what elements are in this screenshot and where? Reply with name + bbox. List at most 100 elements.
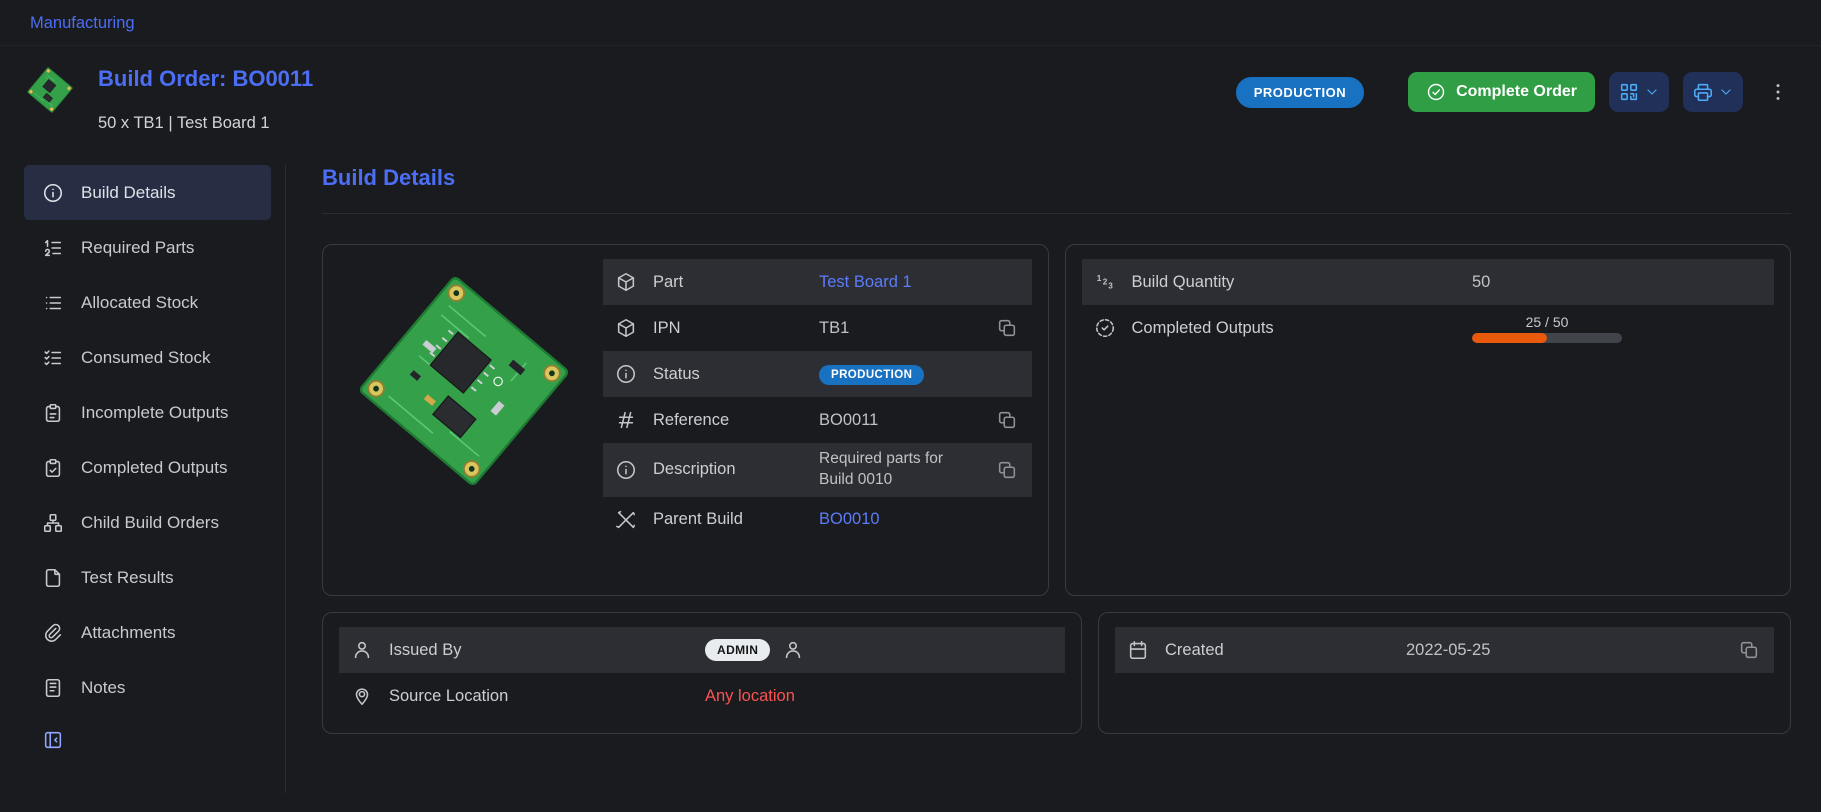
sidebar-item-label: Child Build Orders xyxy=(81,513,219,533)
numbers-123-icon: 1 2 3 xyxy=(1094,271,1116,293)
sidebar-item-label: Attachments xyxy=(81,623,176,643)
detail-row-reference: Reference BO0011 xyxy=(603,397,1032,443)
sidebar-item-label: Notes xyxy=(81,678,125,698)
sidebar-item-attachments[interactable]: Attachments xyxy=(24,605,271,660)
paperclip-icon xyxy=(42,622,64,644)
detail-label: Status xyxy=(653,365,803,384)
status-cell: PRODUCTION xyxy=(819,364,1020,385)
info-circle-icon xyxy=(42,182,64,204)
copy-button[interactable] xyxy=(994,457,1020,483)
part-link[interactable]: Test Board 1 xyxy=(819,273,1020,292)
part-image[interactable] xyxy=(339,259,589,581)
tools-icon xyxy=(615,509,637,531)
page-title: Build Order: BO0011 xyxy=(98,66,313,92)
box-icon xyxy=(615,271,637,293)
copy-icon xyxy=(1738,639,1760,661)
build-quantity-value: 50 xyxy=(1472,273,1762,292)
parent-build-link[interactable]: BO0010 xyxy=(819,510,1020,529)
sidebar: Build Details Required Parts Allocated S… xyxy=(24,165,286,793)
progress-check-icon xyxy=(1094,317,1116,339)
test-report-icon xyxy=(42,567,64,589)
box-icon xyxy=(615,317,637,339)
sidebar-item-completed-outputs[interactable]: Completed Outputs xyxy=(24,440,271,495)
sidebar-item-build-details[interactable]: Build Details xyxy=(24,165,271,220)
page-subtitle: 50 x TB1 | Test Board 1 xyxy=(98,114,313,133)
chevron-down-icon xyxy=(1718,84,1734,100)
part-thumbnail[interactable] xyxy=(24,64,76,116)
row-source-location: Source Location Any location xyxy=(339,673,1065,719)
issue-info-panel: Issued By ADMIN xyxy=(322,612,1082,734)
sidebar-item-allocated-stock[interactable]: Allocated Stock xyxy=(24,275,271,330)
row-issued-by: Issued By ADMIN xyxy=(339,627,1065,673)
sidebar-item-test-results[interactable]: Test Results xyxy=(24,550,271,605)
details-table: Part Test Board 1 IPN TB1 xyxy=(603,259,1032,581)
row-label: Issued By xyxy=(389,641,689,660)
breadcrumb: Manufacturing xyxy=(0,0,1821,46)
printer-icon xyxy=(1692,81,1714,103)
copy-button[interactable] xyxy=(994,407,1020,433)
quantity-row-build-quantity: 1 2 3 Build Quantity 50 xyxy=(1082,259,1775,305)
dots-vertical-icon xyxy=(1767,81,1789,103)
pcb-image xyxy=(344,261,584,501)
sidebar-item-label: Allocated Stock xyxy=(81,293,198,313)
section-heading: Build Details xyxy=(322,165,1791,214)
build-quantity-panel: 1 2 3 Build Quantity 50 xyxy=(1065,244,1792,596)
barcode-actions-button[interactable] xyxy=(1609,72,1669,112)
quantity-label: Completed Outputs xyxy=(1132,319,1457,338)
sidebar-item-child-build-orders[interactable]: Child Build Orders xyxy=(24,495,271,550)
map-pin-icon xyxy=(351,685,373,707)
sidebar-item-incomplete-outputs[interactable]: Incomplete Outputs xyxy=(24,385,271,440)
copy-button[interactable] xyxy=(994,315,1020,341)
detail-label: IPN xyxy=(653,319,803,338)
detail-label: Parent Build xyxy=(653,510,803,529)
progress-bar xyxy=(1472,333,1622,343)
qrcode-icon xyxy=(1618,81,1640,103)
hash-icon xyxy=(615,409,637,431)
issued-by-cell: ADMIN xyxy=(705,639,1053,661)
list-check-icon xyxy=(42,347,64,369)
more-actions-button[interactable] xyxy=(1763,77,1793,107)
clipboard-icon xyxy=(42,402,64,424)
sidebar-item-consumed-stock[interactable]: Consumed Stock xyxy=(24,330,271,385)
copy-icon xyxy=(996,409,1018,431)
progress: 25 / 50 xyxy=(1472,314,1622,343)
main-panel: Build Details xyxy=(286,165,1793,750)
clipboard-check-icon xyxy=(42,457,64,479)
source-location-value: Any location xyxy=(705,687,1053,706)
collapse-sidebar-button[interactable] xyxy=(38,725,68,755)
header-actions: PRODUCTION Complete Order xyxy=(1236,72,1793,112)
status-badge: PRODUCTION xyxy=(1236,77,1364,108)
detail-row-part: Part Test Board 1 xyxy=(603,259,1032,305)
copy-icon xyxy=(996,459,1018,481)
sidebar-item-notes[interactable]: Notes xyxy=(24,660,271,715)
list-numbers-icon xyxy=(42,237,64,259)
progress-fill xyxy=(1472,333,1547,343)
row-label: Created xyxy=(1165,641,1390,660)
detail-label: Reference xyxy=(653,411,803,430)
svg-text:2: 2 xyxy=(1102,277,1107,286)
svg-text:3: 3 xyxy=(1108,281,1113,290)
info-circle-icon xyxy=(615,459,637,481)
user-icon xyxy=(782,639,804,661)
quantity-label: Build Quantity xyxy=(1132,273,1457,292)
info-circle-icon xyxy=(615,363,637,385)
complete-order-button[interactable]: Complete Order xyxy=(1408,72,1595,112)
row-label: Source Location xyxy=(389,687,689,706)
build-details-panel: Part Test Board 1 IPN TB1 xyxy=(322,244,1049,596)
row-created: Created 2022-05-25 xyxy=(1115,627,1774,673)
copy-button[interactable] xyxy=(1736,637,1762,663)
svg-text:1: 1 xyxy=(1096,274,1101,283)
calendar-icon xyxy=(1127,639,1149,661)
sidebar-item-required-parts[interactable]: Required Parts xyxy=(24,220,271,275)
quantity-row-completed-outputs: Completed Outputs 25 / 50 xyxy=(1082,305,1775,351)
sidebar-item-label: Build Details xyxy=(81,183,176,203)
notes-icon xyxy=(42,677,64,699)
progress-text: 25 / 50 xyxy=(1472,314,1622,330)
copy-icon xyxy=(996,317,1018,339)
print-actions-button[interactable] xyxy=(1683,72,1743,112)
ipn-value: TB1 xyxy=(819,319,978,338)
breadcrumb-manufacturing[interactable]: Manufacturing xyxy=(30,14,135,32)
status-badge-small: PRODUCTION xyxy=(819,365,924,385)
issued-by-badge: ADMIN xyxy=(705,639,770,661)
detail-row-description: Description Required parts for Build 001… xyxy=(603,443,1032,497)
